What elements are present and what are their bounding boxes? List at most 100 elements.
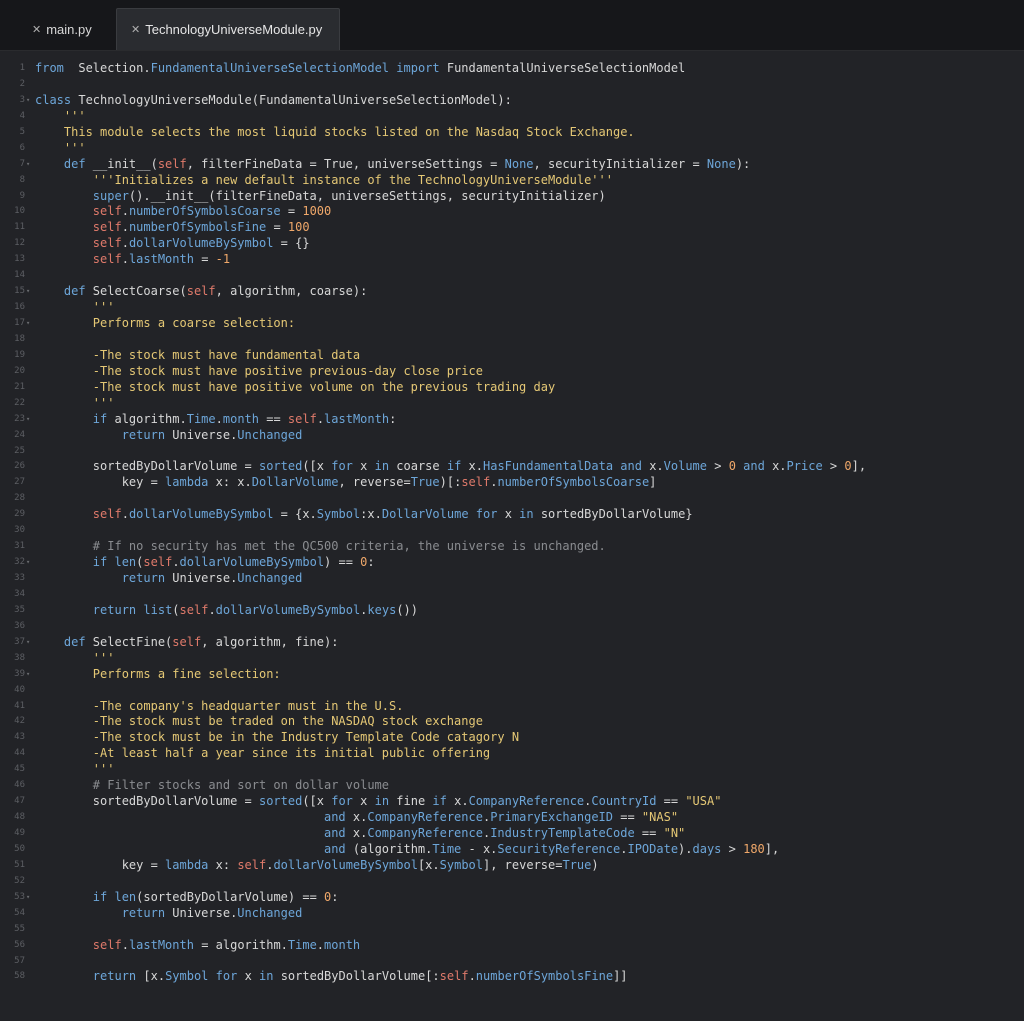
code-token: dollarVolumeBySymbol [215, 602, 361, 617]
code-token: and [35, 810, 346, 825]
code-token: Price [786, 459, 823, 474]
code-token: None [706, 156, 736, 171]
line-number: 33 [14, 573, 25, 583]
code-line[interactable]: 55 [14, 922, 1014, 938]
fold-arrow-icon[interactable]: ▾ [26, 555, 30, 571]
editor-pane[interactable]: 1 from Selection.FundamentalUniverseSelec… [0, 51, 1024, 1021]
code-line[interactable]: 54 return Universe.Unchanged [14, 905, 1014, 922]
fold-arrow-icon[interactable]: ▾ [26, 93, 30, 109]
code-token: None [504, 156, 534, 171]
code-line[interactable]: 35 return list(self.dollarVolumeBySymbol… [14, 602, 1014, 619]
code-line[interactable]: 38 ''' [14, 651, 1014, 667]
fold-arrow-icon[interactable]: ▾ [26, 157, 30, 173]
code-area[interactable]: 1 from Selection.FundamentalUniverseSelec… [14, 61, 1014, 985]
code-token: SecurityReference [497, 841, 621, 856]
code-token: for [331, 459, 353, 474]
fold-arrow-icon[interactable]: ▾ [26, 890, 30, 906]
code-line[interactable]: 42 -The stock must be traded on the NASD… [14, 714, 1014, 730]
code-line[interactable]: 13 self.lastMonth = -1 [14, 252, 1014, 268]
line-number: 16 [14, 302, 25, 313]
code-line[interactable]: 48 and x.CompanyReference.PrimaryExchang… [14, 810, 1014, 826]
code-line[interactable]: 49 and x.CompanyReference.IndustryTempla… [14, 826, 1014, 842]
code-line[interactable]: 51 key = lambda x: self.dollarVolumeBySy… [14, 858, 1014, 874]
tab-technology-universe-module-py[interactable]: ✕ TechnologyUniverseModule.py [116, 8, 340, 50]
code-line[interactable]: 14 [14, 268, 1014, 284]
code-line[interactable]: 45 ''' [14, 762, 1014, 778]
code-line[interactable]: 3 ▾ class TechnologyUniverseModule(Fundame… [20, 93, 1014, 109]
close-icon[interactable]: ✕ [32, 23, 41, 36]
line-number: 17 [14, 318, 25, 328]
code-token: (algorithm. [345, 841, 433, 856]
fold-arrow-icon[interactable]: ▾ [26, 635, 30, 651]
code-line[interactable]: 10 self.numberOfSymbolsCoarse = 1000 [14, 204, 1014, 220]
code-line[interactable]: 47 sortedByDollarVolume = sorted([x for … [14, 794, 1014, 810]
code-line[interactable]: 5 This module selects the most liquid st… [20, 125, 1014, 141]
code-line[interactable]: 26 sortedByDollarVolume = sorted([x for … [14, 459, 1014, 475]
code-line[interactable]: 20 -The stock must have positive previou… [14, 364, 1014, 380]
line-number: 41 [14, 700, 25, 711]
code-line[interactable]: 50 and (algorithm.Time - x.SecurityRefer… [14, 841, 1014, 858]
code-token: return [35, 905, 166, 920]
fold-arrow-icon[interactable]: ▾ [26, 284, 30, 300]
code-line[interactable]: 25 [14, 444, 1014, 460]
code-line[interactable]: 1 from Selection.FundamentalUniverseSelec… [20, 61, 1014, 77]
code-line[interactable]: 17 ▾ Performs a coarse selection: [14, 316, 1014, 332]
code-line[interactable]: 44 -At least half a year since its initi… [14, 746, 1014, 762]
code-line[interactable]: 40 [14, 683, 1014, 699]
code-line[interactable]: 15 ▾ def SelectCoarse(self, algorithm, co… [14, 284, 1014, 300]
code-line[interactable]: 11 self.numberOfSymbolsFine = 100 [14, 220, 1014, 236]
code-token: if [35, 555, 108, 570]
close-icon[interactable]: ✕ [131, 23, 140, 36]
code-line[interactable]: 7 ▾ def __init__(self, filterFineData = T… [20, 156, 1014, 173]
code-line[interactable]: 22 ''' [14, 396, 1014, 412]
code-token: numberOfSymbolsFine [475, 969, 614, 984]
code-line[interactable]: 46 # Filter stocks and sort on dollar vo… [14, 778, 1014, 794]
fold-arrow-icon[interactable]: ▾ [26, 667, 30, 683]
code-line[interactable]: 41 -The company's headquarter must in th… [14, 699, 1014, 715]
code-token: if [35, 889, 108, 904]
code-line[interactable]: 43 -The stock must be in the Industry Te… [14, 730, 1014, 746]
code-line[interactable]: 37 ▾ def SelectFine(self, algorithm, fine… [14, 634, 1014, 651]
code-line[interactable]: 52 [14, 874, 1014, 890]
code-line[interactable]: 24 return Universe.Unchanged [14, 427, 1014, 444]
code-line[interactable]: 23 ▾ if algorithm.Time.month == self.last… [14, 412, 1014, 428]
code-line[interactable]: 4 ''' [20, 109, 1014, 125]
code-line[interactable]: 18 [14, 332, 1014, 348]
code-line[interactable]: 32 ▾ if len(self.dollarVolumeBySymbol) ==… [14, 555, 1014, 571]
code-line[interactable]: 53 ▾ if len(sortedByDollarVolume) == 0: [14, 889, 1014, 906]
code-token: , algorithm, fine): [201, 634, 339, 649]
code-line[interactable]: 8 '''Initializes a new default instance … [20, 173, 1014, 189]
code-line[interactable]: 57 [14, 954, 1014, 970]
code-line[interactable]: 19 -The stock must have fundamental data [14, 347, 1014, 364]
code-token: -The stock must have fundamental data [35, 347, 361, 362]
code-line[interactable]: 29 self.dollarVolumeBySymbol = {x.Symbol… [14, 507, 1014, 523]
code-line[interactable]: 9 super().__init__(filterFineData, unive… [20, 189, 1014, 205]
code-token: len [114, 555, 137, 570]
code-line[interactable]: 30 [14, 523, 1014, 539]
code-line[interactable]: 21 -The stock must have positive volume … [14, 379, 1014, 396]
code-token: -The stock must be traded on the NASDAQ … [35, 714, 483, 729]
code-line[interactable]: 31 # If no security has met the QC500 cr… [14, 539, 1014, 555]
code-line[interactable]: 58 return [x.Symbol for x in sortedByDol… [14, 969, 1014, 985]
code-token: return [35, 427, 166, 442]
code-line[interactable]: 27 key = lambda x: x.DollarVolume, rever… [14, 475, 1014, 491]
code-line[interactable]: 36 [14, 619, 1014, 635]
code-token: SelectFine( [85, 634, 173, 649]
fold-arrow-icon[interactable]: ▾ [26, 316, 30, 332]
tab-main-py[interactable]: ✕ main.py [18, 8, 113, 50]
fold-arrow-icon[interactable]: ▾ [26, 412, 30, 428]
code-line[interactable]: 28 [14, 491, 1014, 507]
code-token: CompanyReference [468, 794, 585, 809]
code-line[interactable]: 56 self.lastMonth = algorithm.Time.month [14, 937, 1014, 954]
code-line[interactable]: 6 ''' [20, 141, 1014, 157]
code-line[interactable]: 33 return Universe.Unchanged [14, 571, 1014, 587]
code-token: -The stock must have positive volume on … [35, 379, 556, 394]
code-line[interactable]: 34 [14, 587, 1014, 603]
line-number: 37 [14, 636, 25, 647]
code-line[interactable]: 2 [20, 77, 1014, 93]
code-line[interactable]: 39 ▾ Performs a fine selection: [14, 667, 1014, 683]
code-line[interactable]: 12 self.dollarVolumeBySymbol = {} [14, 236, 1014, 252]
code-token: SelectCoarse( [85, 284, 187, 299]
code-token: lastMonth [128, 937, 194, 952]
code-line[interactable]: 16 ''' [14, 300, 1014, 316]
